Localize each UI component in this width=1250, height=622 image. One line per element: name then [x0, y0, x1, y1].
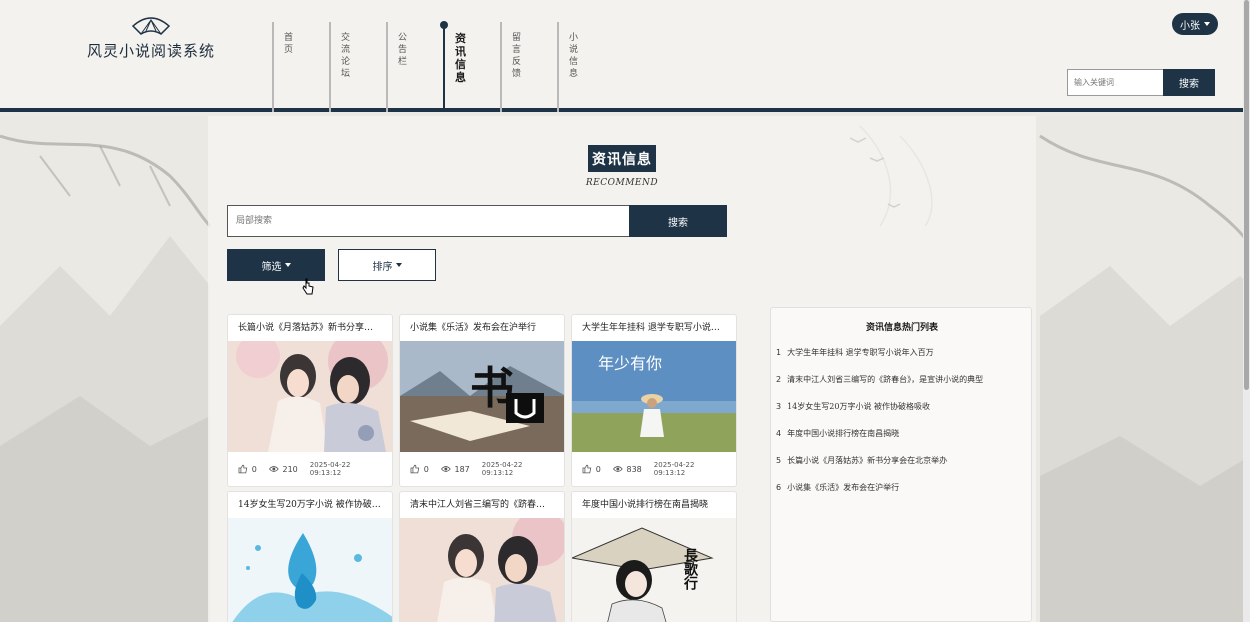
- cover-title-text: 年少有你: [598, 354, 662, 373]
- thumbs-up-icon[interactable]: [582, 464, 592, 474]
- top-header: 风灵小说阅读系统 首页 交流论坛 公告栏 资讯信息 留言反馈 小说信息 小张 搜…: [0, 0, 1250, 112]
- page-scrollbar[interactable]: [1243, 0, 1250, 622]
- news-card[interactable]: 清末中江人刘省三编写的《跻春台》，是宣讲小说的典型: [399, 491, 565, 622]
- section-title: 资讯信息: [588, 145, 656, 172]
- news-card[interactable]: 小说集《乐活》发布会在沪举行 书 0 187 2025-04-22 09:13:…: [399, 314, 565, 487]
- nav-novels[interactable]: 小说信息: [557, 22, 578, 112]
- card-title: 14岁女生写20万字小说 被作协破格吸收: [238, 500, 392, 510]
- card-image-water-drop: [228, 518, 392, 622]
- local-search-bar: 搜索: [227, 205, 727, 237]
- brand-name: 风灵小说阅读系统: [86, 42, 215, 60]
- nav-label-news: 资讯信息: [455, 32, 466, 84]
- chevron-down-icon: [284, 263, 291, 267]
- card-meta: 0 210 2025-04-22 09:13:12: [228, 452, 392, 486]
- hot-item-number: 6: [776, 483, 782, 492]
- eye-icon: [440, 466, 451, 472]
- hot-item-text: 长篇小说《月落姑苏》新书分享会在北京举办: [787, 456, 948, 465]
- chevron-down-icon: [1204, 22, 1210, 26]
- like-count: 0: [251, 464, 257, 474]
- filter-dropdown-button[interactable]: 筛选: [227, 249, 325, 281]
- top-search-button[interactable]: 搜索: [1163, 69, 1215, 96]
- hot-item-text: 清末中江人刘省三编写的《跻春台》，是宣讲小说的典型: [787, 375, 984, 384]
- eye-icon: [612, 466, 623, 472]
- user-menu-button[interactable]: 小张: [1172, 13, 1218, 35]
- user-name: 小张: [1180, 20, 1200, 32]
- hot-item-text: 小说集《乐活》发布会在沪举行: [787, 483, 900, 492]
- hot-list-item[interactable]: 6 小说集《乐活》发布会在沪举行: [776, 482, 1028, 493]
- news-card[interactable]: 大学生年年挂科 退学专职写小说年入百万 年少有你 0 838 2025-04-2…: [571, 314, 737, 487]
- card-meta: 0 838 2025-04-22 09:13:12: [572, 452, 736, 486]
- news-card[interactable]: 长篇小说《月落姑苏》新书分享会在北京举办 0 210 2025-04-22 09…: [227, 314, 393, 487]
- publish-date: 2025-04-22 09:13:12: [309, 461, 351, 477]
- view-count: 187: [454, 464, 470, 474]
- hot-list-title: 资讯信息热门列表: [865, 323, 938, 333]
- chevron-down-icon: [395, 263, 402, 267]
- hot-item-text: 14岁女生写20万字小说 被作协破格吸收: [787, 402, 930, 411]
- card-title: 大学生年年挂科 退学专职写小说年入百万: [582, 323, 736, 333]
- publish-date: 2025-04-22 09:13:12: [653, 461, 695, 477]
- scrollbar-thumb[interactable]: [1244, 0, 1249, 390]
- nav-label-feedback: 留言反馈: [512, 33, 522, 79]
- active-dot-icon: [440, 21, 448, 29]
- thumbs-up-icon[interactable]: [410, 464, 420, 474]
- local-search-button[interactable]: 搜索: [629, 205, 727, 237]
- thumbs-up-icon[interactable]: [238, 464, 248, 474]
- card-title: 小说集《乐活》发布会在沪举行: [410, 323, 537, 333]
- local-search-input[interactable]: [227, 205, 629, 237]
- cover-title-text: 長歌行: [682, 548, 699, 591]
- nav-feedback[interactable]: 留言反馈: [500, 22, 521, 112]
- card-image-young-with-you: 年少有你: [572, 341, 736, 452]
- hot-list-item[interactable]: 5 长篇小说《月落姑苏》新书分享会在北京举办: [776, 455, 1028, 466]
- card-title: 年度中国小说排行榜在南昌揭晓: [582, 500, 709, 510]
- hot-list-item[interactable]: 4 年度中国小说排行榜在南昌揭晓: [776, 428, 1028, 439]
- top-search-bar: 搜索: [1067, 69, 1215, 96]
- sort-dropdown-button[interactable]: 排序: [338, 249, 436, 281]
- card-image-changgexing: 長歌行: [572, 518, 736, 622]
- section-subtitle: RECOMMEND: [585, 178, 659, 188]
- brand-logo[interactable]: 风灵小说阅读系统: [86, 14, 216, 61]
- filter-label: 筛选: [261, 261, 282, 273]
- top-search-input[interactable]: [1067, 69, 1163, 96]
- nav-label-forum: 交流论坛: [341, 33, 351, 79]
- hot-item-number: 1: [776, 348, 782, 357]
- card-image-ancient-couple-2: [400, 518, 564, 622]
- like-count: 0: [595, 464, 601, 474]
- eye-icon: [268, 466, 279, 472]
- hot-item-text: 大学生年年挂科 退学专职写小说年入百万: [787, 348, 934, 357]
- like-count: 0: [423, 464, 429, 474]
- news-card[interactable]: 年度中国小说排行榜在南昌揭晓 長歌行: [571, 491, 737, 622]
- nav-label-novels: 小说信息: [569, 33, 579, 79]
- hot-item-number: 4: [776, 429, 782, 438]
- card-title: 清末中江人刘省三编写的《跻春台》，是宣讲小说的典型: [410, 500, 564, 510]
- sort-label: 排序: [372, 261, 393, 273]
- nav-notice[interactable]: 公告栏: [386, 22, 407, 112]
- card-image-ancient-couple: [228, 341, 392, 452]
- nav-label-notice: 公告栏: [398, 33, 408, 67]
- view-count: 210: [282, 464, 298, 474]
- hot-list-item[interactable]: 2 清末中江人刘省三编写的《跻春台》，是宣讲小说的典型: [776, 374, 1028, 385]
- nav-news[interactable]: 资讯信息: [440, 21, 466, 112]
- news-card[interactable]: 14岁女生写20万字小说 被作协破格吸收: [227, 491, 393, 622]
- fan-logo-icon: [131, 17, 171, 35]
- hot-list-item[interactable]: 1 大学生年年挂科 退学专职写小说年入百万: [776, 347, 1028, 358]
- nav-label-home: 首页: [284, 33, 294, 55]
- nav-forum[interactable]: 交流论坛: [329, 22, 350, 112]
- nav-home[interactable]: 首页: [272, 22, 293, 112]
- view-count: 838: [626, 464, 642, 474]
- hot-item-number: 2: [776, 375, 782, 384]
- card-meta: 0 187 2025-04-22 09:13:12: [400, 452, 564, 486]
- card-image-calligraphy-book: 书: [400, 341, 564, 452]
- hot-list-item[interactable]: 3 14岁女生写20万字小说 被作协破格吸收: [776, 401, 1028, 412]
- hot-item-number: 5: [776, 456, 782, 465]
- hot-item-text: 年度中国小说排行榜在南昌揭晓: [787, 429, 900, 438]
- hot-item-number: 3: [776, 402, 782, 411]
- hot-news-panel: 资讯信息热门列表 1 大学生年年挂科 退学专职写小说年入百万 2 清末中江人刘省三编…: [770, 307, 1032, 622]
- publish-date: 2025-04-22 09:13:12: [481, 461, 523, 477]
- card-title: 长篇小说《月落姑苏》新书分享会在北京举办: [238, 323, 392, 333]
- hand-pointer-icon: [302, 278, 314, 295]
